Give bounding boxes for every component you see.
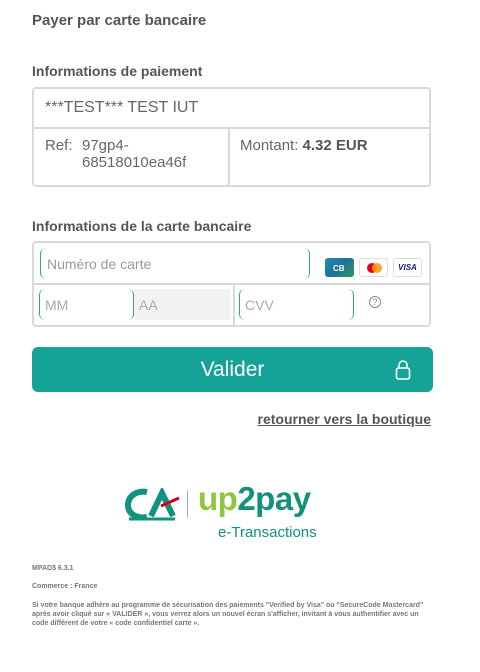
etransactions-subtitle: e-Transactions [218,524,317,541]
security-disclaimer: Si votre banque adhère au programme de s… [32,602,424,627]
back-to-shop-link[interactable]: retourner vers la boutique [258,411,431,427]
page-title: Payer par carte bancaire [32,12,207,29]
reference-cell: Ref: 97gp4-68518010ea46f [34,129,230,185]
amount-cell: Montant: 4.32 EUR [230,129,368,185]
cb-card-icon: CB [325,258,354,277]
svg-text:CB: CB [333,264,345,272]
card-brands: CB VISA [325,258,422,277]
card-info-heading: Informations de la carte bancaire [32,218,252,234]
card-info-panel: CB VISA ? [32,241,431,327]
field-divider [233,285,235,325]
validate-button[interactable]: Valider [32,347,433,392]
card-number-input[interactable] [40,248,310,279]
expiry-year-input[interactable] [134,289,230,320]
lock-icon [395,360,411,380]
logo-separator [187,490,188,518]
payment-info-panel: ***TEST*** TEST IUT Ref: 97gp4-68518010e… [32,87,431,187]
credit-agricole-logo-icon [125,488,180,521]
version-text: MPAD$ 6.3.1 [32,565,74,572]
cvv-help-icon[interactable]: ? [369,296,381,308]
cvv-input[interactable] [239,289,354,320]
reference-value: 97gp4-68518010ea46f [82,137,187,171]
payment-info-heading: Informations de paiement [32,63,203,79]
visa-label: VISA [398,263,417,272]
visa-icon: VISA [393,258,422,277]
reference-label: Ref: [45,137,73,154]
card-expiry-cvv-row: ? [34,285,429,325]
validate-label: Valider [200,358,265,381]
card-number-row: CB VISA [34,243,429,285]
up2pay-logo: up2pay e-Transactions [125,480,345,544]
commerce-text: Commerce : France [32,583,98,590]
merchant-name: ***TEST*** TEST IUT [34,89,429,129]
payment-details-row: Ref: 97gp4-68518010ea46f Montant: 4.32 E… [34,129,429,185]
expiry-month-input[interactable] [39,289,134,320]
amount-value: 4.32 EUR [302,137,368,154]
mastercard-icon [359,258,388,277]
amount-label: Montant: [240,137,299,154]
up2pay-wordmark: up2pay [198,480,311,517]
